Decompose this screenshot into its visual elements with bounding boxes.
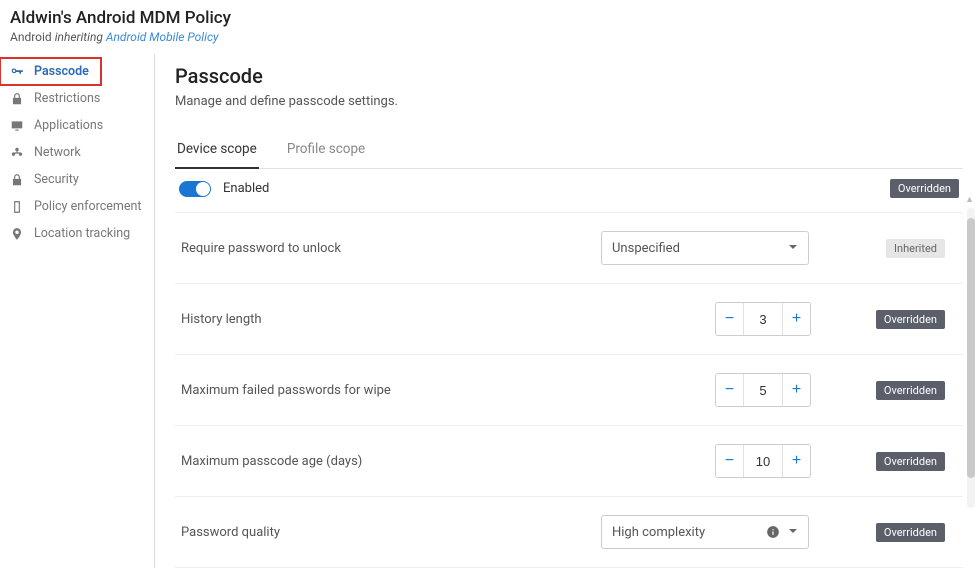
inherit-word: inheriting [55,30,103,44]
page-title: Aldwin's Android MDM Policy [10,8,965,28]
section-title: Passcode [175,64,963,88]
history-length-input[interactable] [744,303,782,335]
setting-row-require-password: Require password to unlock Unspecified I… [175,213,963,284]
stepper-plus-button[interactable]: + [782,303,810,335]
stepper-plus-button[interactable]: + [782,374,810,406]
stepper-minus-button[interactable]: − [716,303,744,335]
max-failed-input[interactable] [744,374,782,406]
stepper-minus-button[interactable]: − [716,445,744,477]
sidebar-item-network[interactable]: Network [0,139,154,166]
sidebar-item-label: Passcode [34,64,89,79]
platform-label: Android [10,30,52,44]
max-age-stepper: − + [715,444,811,478]
setting-label: History length [181,312,601,327]
location-icon [10,227,24,241]
scope-tabs: Device scope Profile scope [175,133,963,169]
chevron-down-icon [788,241,798,256]
history-length-stepper: − + [715,302,811,336]
sidebar-item-label: Applications [34,118,103,133]
breadcrumb: Android inheriting Android Mobile Policy [10,30,965,44]
setting-label: Require password to unlock [181,241,601,256]
setting-row-max-failed: Maximum failed passwords for wipe − + Ov… [175,355,963,426]
sidebar-item-location-tracking[interactable]: Location tracking [0,220,154,247]
require-password-select[interactable]: Unspecified [601,231,809,265]
max-failed-stepper: − + [715,373,811,407]
sidebar-item-label: Security [34,172,79,187]
status-badge: Overridden [876,452,945,471]
scroll-up-icon: ▲ [965,194,974,205]
setting-label: Password quality [181,525,601,540]
chevron-down-icon [788,525,798,540]
select-value: High complexity [612,525,705,540]
sidebar-item-applications[interactable]: Applications [0,112,154,139]
scrollbar[interactable] [967,208,975,508]
setting-label: Maximum passcode age (days) [181,454,601,469]
enabled-toggle[interactable] [179,181,211,197]
setting-row-max-age: Maximum passcode age (days) − + Overridd… [175,426,963,497]
sidebar-item-restrictions[interactable]: Restrictions [0,85,154,112]
sidebar-item-security[interactable]: Security [0,166,154,193]
tab-profile-scope[interactable]: Profile scope [285,133,367,168]
enabled-row: Enabled Overridden [175,169,963,213]
stepper-plus-button[interactable]: + [782,445,810,477]
page-header: Aldwin's Android MDM Policy Android inhe… [0,0,975,54]
settings-list: Require password to unlock Unspecified I… [175,213,963,568]
status-badge: Overridden [876,381,945,400]
section-description: Manage and define passcode settings. [175,94,963,109]
max-age-input[interactable] [744,445,782,477]
tab-device-scope[interactable]: Device scope [175,133,259,169]
sidebar-item-label: Location tracking [34,226,130,241]
select-value: Unspecified [612,241,680,256]
device-icon [10,200,24,214]
network-icon [10,146,24,160]
main-panel: Passcode Manage and define passcode sett… [155,54,975,568]
lock-icon [10,173,24,187]
sidebar-item-policy-enforcement[interactable]: Policy enforcement [0,193,154,220]
sidebar-item-passcode[interactable]: Passcode [0,58,101,85]
sidebar: Passcode Restrictions Applications Netwo… [0,54,155,568]
info-icon [766,525,780,539]
stepper-minus-button[interactable]: − [716,374,744,406]
sidebar-item-label: Policy enforcement [34,199,141,214]
password-quality-select[interactable]: High complexity [601,515,809,549]
setting-label: Maximum failed passwords for wipe [181,383,601,398]
status-badge: Overridden [890,179,959,198]
setting-row-history-length: History length − + Overridden [175,284,963,355]
scrollbar-thumb[interactable] [967,218,975,478]
enabled-label: Enabled [223,181,269,196]
parent-policy-link[interactable]: Android Mobile Policy [106,30,219,44]
status-badge: Overridden [876,523,945,542]
sidebar-item-label: Network [34,145,81,160]
lock-icon [10,92,24,106]
key-icon [10,65,24,79]
status-badge: Inherited [886,239,945,258]
setting-row-password-quality: Password quality High complexity Overrid… [175,497,963,568]
status-badge: Overridden [876,310,945,329]
sidebar-item-label: Restrictions [34,91,100,106]
monitor-icon [10,119,24,133]
